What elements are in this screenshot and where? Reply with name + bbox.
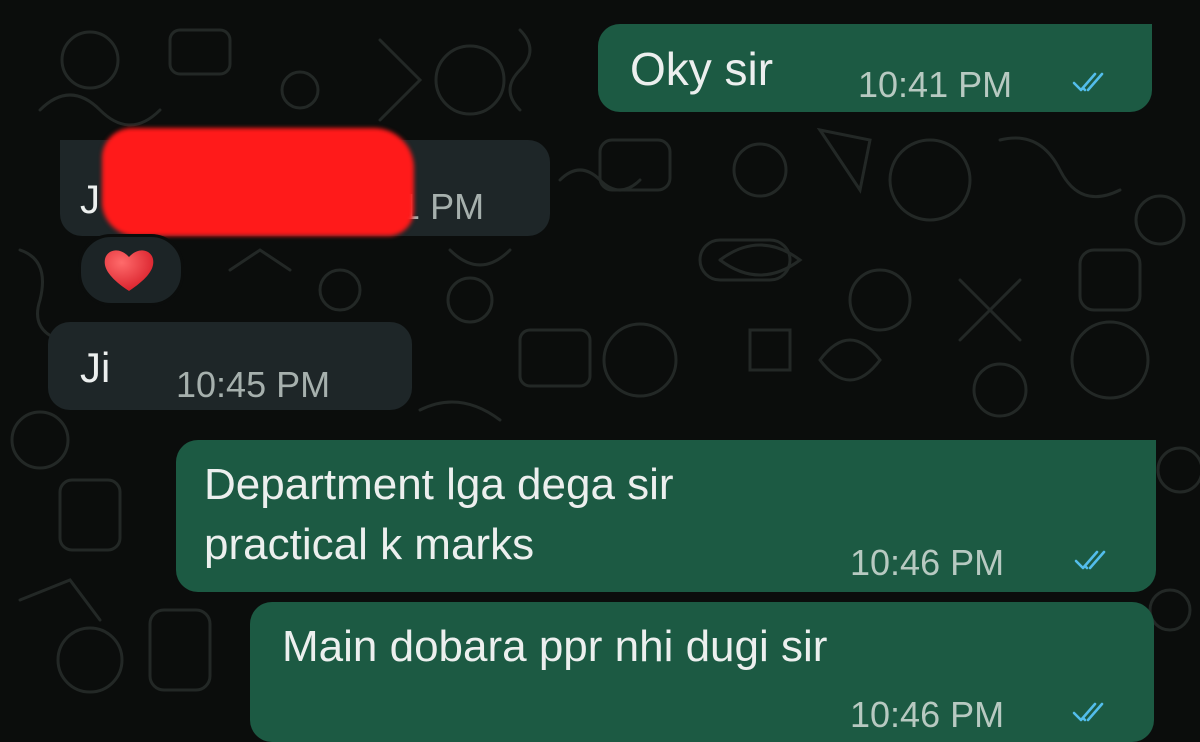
double-check-icon bbox=[1074, 548, 1116, 577]
double-check-icon bbox=[1072, 70, 1114, 99]
message-bubble-outgoing[interactable]: Main dobara ppr nhi dugi sir 10:46 PM bbox=[250, 602, 1154, 742]
redaction-mark bbox=[102, 128, 414, 236]
message-bubble-incoming[interactable]: Ji 10:45 PM bbox=[48, 322, 412, 410]
message-text: Main dobara ppr nhi dugi sir bbox=[282, 622, 828, 671]
heart-icon bbox=[101, 245, 157, 300]
message-timestamp: 10:46 PM bbox=[850, 542, 1005, 583]
message-text-line: practical k marks bbox=[204, 520, 535, 569]
message-timestamp: 10:45 PM bbox=[176, 364, 331, 405]
message-timestamp: 10:46 PM bbox=[850, 694, 1005, 735]
message-bubble-outgoing[interactable]: Oky sir 10:41 PM bbox=[598, 24, 1152, 112]
message-text-line: Department lga dega sir bbox=[204, 460, 674, 509]
message-timestamp: 10:41 PM bbox=[858, 64, 1013, 105]
double-check-icon bbox=[1072, 700, 1114, 729]
message-bubble-outgoing[interactable]: Department lga dega sir practical k mark… bbox=[176, 440, 1156, 592]
message-text: Ji bbox=[80, 344, 111, 391]
message-text-partial: J bbox=[80, 178, 100, 222]
message-text: Oky sir bbox=[630, 43, 774, 95]
message-bubble-incoming[interactable]: J 0:41 PM bbox=[60, 128, 550, 236]
message-reaction[interactable] bbox=[78, 234, 184, 306]
